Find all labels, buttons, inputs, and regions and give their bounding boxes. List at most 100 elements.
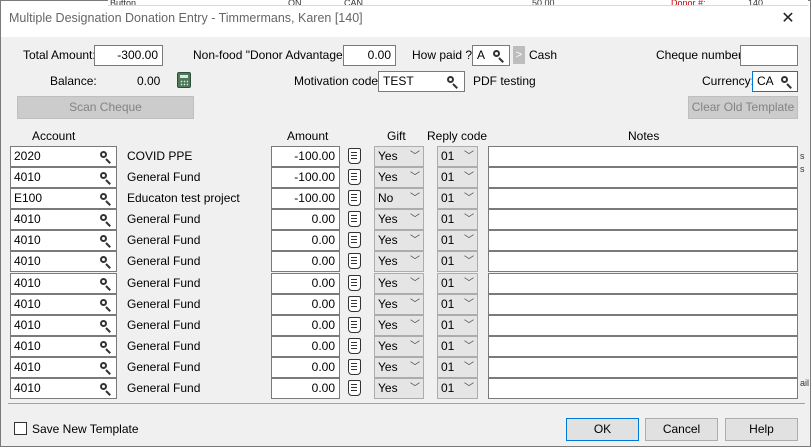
motivation-field[interactable]: TEST — [378, 71, 465, 92]
account-field[interactable]: 4010 — [10, 230, 117, 251]
note-icon[interactable] — [348, 253, 361, 269]
reply-code-select[interactable]: 01 ﹀ — [437, 336, 478, 357]
reply-code-select[interactable]: 01 ﹀ — [437, 146, 478, 167]
note-icon[interactable] — [348, 380, 361, 396]
gift-select[interactable]: Yes ﹀ — [374, 357, 424, 378]
magnifier-icon[interactable] — [780, 75, 793, 88]
account-field[interactable]: 4010 — [10, 273, 117, 294]
magnifier-icon[interactable] — [99, 340, 112, 353]
amount-field[interactable]: 0.00 — [271, 336, 340, 357]
amount-field[interactable]: 0.00 — [271, 230, 340, 251]
notes-field[interactable] — [488, 273, 798, 294]
gift-select[interactable]: No ﹀ — [374, 188, 424, 209]
note-icon[interactable] — [348, 169, 361, 185]
amount-field[interactable]: 0.00 — [271, 294, 340, 315]
reply-code-select[interactable]: 01 ﹀ — [437, 188, 478, 209]
reply-code-select[interactable]: 01 ﹀ — [437, 294, 478, 315]
magnifier-icon[interactable] — [99, 234, 112, 247]
how-paid-field[interactable]: A — [472, 45, 510, 66]
amount-field[interactable]: -100.00 — [271, 146, 340, 167]
gift-select[interactable]: Yes ﹀ — [374, 230, 424, 251]
title-bar[interactable]: Multiple Designation Donation Entry - Ti… — [1, 1, 810, 37]
total-amount-field[interactable]: -300.00 — [94, 45, 163, 66]
amount-field[interactable]: 0.00 — [271, 251, 340, 272]
notes-field[interactable] — [488, 336, 798, 357]
account-field[interactable]: 4010 — [10, 251, 117, 272]
reply-code-select[interactable]: 01 ﹀ — [437, 230, 478, 251]
gift-select[interactable]: Yes ﹀ — [374, 294, 424, 315]
magnifier-icon[interactable] — [446, 75, 459, 88]
scan-cheque-button[interactable]: Scan Cheque — [17, 96, 194, 119]
amount-field[interactable]: 0.00 — [271, 209, 340, 230]
amount-field[interactable]: 0.00 — [271, 273, 340, 294]
notes-field[interactable] — [488, 188, 798, 209]
notes-field[interactable] — [488, 230, 798, 251]
magnifier-icon[interactable] — [99, 382, 112, 395]
account-field[interactable]: 4010 — [10, 294, 117, 315]
reply-code-select[interactable]: 01 ﹀ — [437, 273, 478, 294]
reply-code-select[interactable]: 01 ﹀ — [437, 378, 478, 399]
gift-select[interactable]: Yes ﹀ — [374, 315, 424, 336]
how-paid-arrow-button[interactable]: > — [513, 46, 525, 64]
gift-select[interactable]: Yes ﹀ — [374, 336, 424, 357]
gift-select[interactable]: Yes ﹀ — [374, 273, 424, 294]
amount-field[interactable]: -100.00 — [271, 188, 340, 209]
note-icon[interactable] — [348, 148, 361, 164]
notes-field[interactable] — [488, 209, 798, 230]
gift-select[interactable]: Yes ﹀ — [374, 251, 424, 272]
note-icon[interactable] — [348, 338, 361, 354]
gift-select[interactable]: Yes ﹀ — [374, 146, 424, 167]
account-field[interactable]: E100 — [10, 188, 117, 209]
notes-field[interactable] — [488, 167, 798, 188]
reply-code-select[interactable]: 01 ﹀ — [437, 209, 478, 230]
currency-field[interactable]: CA — [752, 71, 798, 92]
notes-field[interactable] — [488, 146, 798, 167]
account-field[interactable]: 4010 — [10, 336, 117, 357]
notes-field[interactable] — [488, 294, 798, 315]
note-icon[interactable] — [348, 275, 361, 291]
notes-field[interactable] — [488, 357, 798, 378]
reply-code-select[interactable]: 01 ﹀ — [437, 315, 478, 336]
gift-select[interactable]: Yes ﹀ — [374, 167, 424, 188]
cheque-number-field[interactable] — [740, 45, 798, 66]
gift-select[interactable]: Yes ﹀ — [374, 378, 424, 399]
magnifier-icon[interactable] — [99, 192, 112, 205]
clear-old-template-button[interactable]: Clear Old Template — [688, 96, 798, 119]
help-button[interactable]: Help — [725, 418, 798, 441]
magnifier-icon[interactable] — [99, 361, 112, 374]
notes-field[interactable] — [488, 315, 798, 336]
reply-code-select[interactable]: 01 ﹀ — [437, 357, 478, 378]
amount-field[interactable]: 0.00 — [271, 378, 340, 399]
magnifier-icon[interactable] — [99, 150, 112, 163]
account-field[interactable]: 4010 — [10, 378, 117, 399]
reply-code-select[interactable]: 01 ﹀ — [437, 167, 478, 188]
account-field[interactable]: 4010 — [10, 357, 117, 378]
nonfood-field[interactable]: 0.00 — [343, 45, 396, 66]
note-icon[interactable] — [348, 296, 361, 312]
calculator-icon[interactable] — [177, 72, 191, 88]
magnifier-icon[interactable] — [99, 255, 112, 268]
notes-field[interactable] — [488, 251, 798, 272]
cancel-button[interactable]: Cancel — [645, 418, 718, 441]
account-field[interactable]: 4010 — [10, 167, 117, 188]
account-field[interactable]: 4010 — [10, 315, 117, 336]
reply-code-select[interactable]: 01 ﹀ — [437, 251, 478, 272]
account-field[interactable]: 4010 — [10, 209, 117, 230]
account-field[interactable]: 2020 — [10, 146, 117, 167]
magnifier-icon[interactable] — [99, 298, 112, 311]
note-icon[interactable] — [348, 232, 361, 248]
gift-select[interactable]: Yes ﹀ — [374, 209, 424, 230]
save-template-checkbox[interactable] — [14, 422, 27, 435]
ok-button[interactable]: OK — [566, 418, 639, 441]
magnifier-icon[interactable] — [99, 319, 112, 332]
magnifier-icon[interactable] — [492, 49, 505, 62]
amount-field[interactable]: 0.00 — [271, 315, 340, 336]
close-icon[interactable]: ✕ — [766, 1, 810, 37]
note-icon[interactable] — [348, 317, 361, 333]
notes-field[interactable] — [488, 378, 798, 399]
note-icon[interactable] — [348, 190, 361, 206]
magnifier-icon[interactable] — [99, 213, 112, 226]
note-icon[interactable] — [348, 359, 361, 375]
note-icon[interactable] — [348, 211, 361, 227]
amount-field[interactable]: -100.00 — [271, 167, 340, 188]
